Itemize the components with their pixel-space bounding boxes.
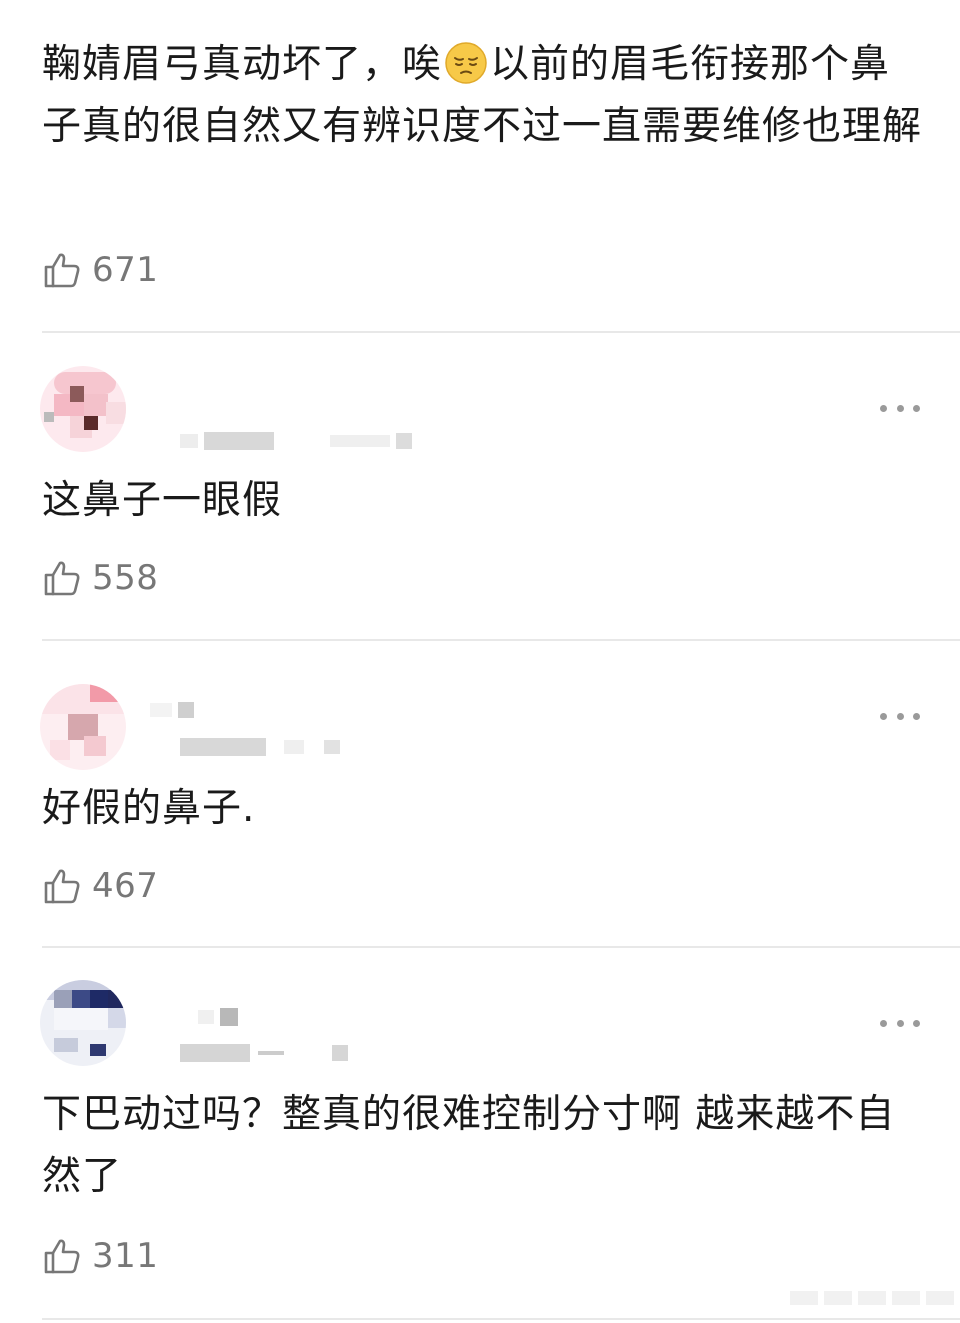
username-blurred[interactable] — [198, 1008, 238, 1026]
username-blurred[interactable] — [180, 1044, 348, 1062]
more-options-button[interactable] — [880, 706, 920, 726]
comment-item: 这鼻子一眼假 558 — [0, 332, 960, 640]
like-button[interactable]: 467 — [42, 864, 158, 908]
thumbs-up-icon — [44, 561, 80, 596]
like-count: 671 — [92, 250, 159, 290]
more-dots-icon — [880, 404, 887, 412]
thumbs-up-icon — [44, 869, 80, 904]
comment-item: 鞠婧眉弓真动坏了，唉 以前的眉毛衔接那个鼻子真的很自然又有辨识度不过一直需要维修也… — [0, 0, 960, 332]
more-dots-icon — [880, 712, 887, 720]
like-button[interactable]: 671 — [42, 248, 158, 292]
username-blurred[interactable] — [150, 702, 194, 718]
username-blurred[interactable] — [180, 738, 340, 756]
comment-text: 鞠婧眉弓真动坏了，唉 以前的眉毛衔接那个鼻子真的很自然又有辨识度不过一直需要维修也… — [42, 34, 922, 158]
watermark-blurred — [790, 1291, 954, 1305]
comment-item: 好假的鼻子. 467 — [0, 640, 960, 948]
like-button[interactable]: 311 — [42, 1234, 158, 1278]
like-button[interactable]: 558 — [42, 556, 158, 600]
more-options-button[interactable] — [880, 1013, 920, 1033]
like-count: 311 — [92, 1236, 159, 1276]
comment-text: 下巴动过吗？整真的很难控制分寸啊 越来越不自然了 — [42, 1092, 896, 1199]
username-blurred[interactable] — [180, 432, 412, 450]
divider — [42, 1318, 960, 1320]
more-options-button[interactable] — [880, 398, 920, 418]
thumbs-up-icon — [44, 1239, 80, 1274]
comment-text: 好假的鼻子. — [42, 786, 256, 831]
thumbs-up-icon — [44, 253, 80, 288]
more-dots-icon — [880, 1019, 887, 1027]
avatar[interactable] — [40, 366, 126, 452]
avatar[interactable] — [40, 684, 126, 770]
like-count: 467 — [92, 866, 159, 906]
comment-text-part: 鞠婧眉弓真动坏了，唉 — [42, 42, 443, 87]
avatar[interactable] — [40, 980, 126, 1066]
comment-text: 这鼻子一眼假 — [42, 478, 283, 523]
like-count: 558 — [92, 558, 159, 598]
pensive-face-emoji-icon — [445, 42, 487, 84]
comment-item: 下巴动过吗？整真的很难控制分寸啊 越来越不自然了 311 — [0, 948, 960, 1323]
